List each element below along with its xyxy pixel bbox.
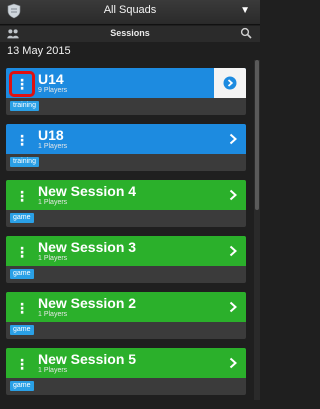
vertical-dots-icon[interactable]: ⋮ [12, 186, 32, 206]
vertical-dots-icon[interactable]: ⋮ [12, 130, 32, 150]
session-tag: training [10, 101, 39, 111]
chevron-right-icon[interactable] [226, 132, 240, 146]
chevron-right-icon[interactable] [226, 244, 240, 258]
date-heading: 13 May 2015 [7, 45, 71, 57]
vertical-dots-icon[interactable]: ⋮ [12, 354, 32, 374]
session-players: 1 Players [38, 255, 68, 262]
session-tag: game [10, 381, 34, 391]
scrollbar[interactable] [254, 60, 260, 400]
session-tag: game [10, 213, 34, 223]
sub-bar: Sessions [0, 26, 260, 42]
chevron-right-icon[interactable] [223, 76, 237, 90]
session-players: 1 Players [38, 311, 68, 318]
squad-selector[interactable]: All Squads [0, 4, 260, 16]
session-card-new-session-3[interactable]: ⋮ New Session 3 1 Players game [6, 236, 246, 283]
session-card-u18[interactable]: ⋮ U18 1 Players training [6, 124, 246, 171]
session-name: New Session 3 [38, 239, 137, 255]
chevron-right-icon[interactable] [226, 188, 240, 202]
vertical-dots-icon[interactable]: ⋮ [12, 298, 32, 318]
session-card-new-session-2[interactable]: ⋮ New Session 2 1 Players game [6, 292, 246, 339]
session-players: 1 Players [38, 367, 68, 374]
session-players: 1 Players [38, 143, 68, 150]
session-tag: game [10, 325, 34, 335]
vertical-dots-icon[interactable]: ⋮ [12, 242, 32, 262]
caret-down-icon[interactable]: ▼ [240, 5, 250, 16]
chevron-right-icon[interactable] [226, 300, 240, 314]
chevron-right-icon[interactable] [226, 356, 240, 370]
session-card-new-session-4[interactable]: ⋮ New Session 4 1 Players game [6, 180, 246, 227]
session-players: 1 Players [38, 199, 68, 206]
top-bar: All Squads ▼ [0, 0, 260, 25]
vertical-dots-icon[interactable]: ⋮ [9, 71, 35, 97]
session-name: New Session 2 [38, 295, 137, 311]
session-card-new-session-5[interactable]: ⋮ New Session 5 1 Players game [6, 348, 246, 395]
session-tag: training [10, 157, 39, 167]
session-players: 9 Players [38, 87, 68, 94]
session-card-u14[interactable]: ⋮ U14 9 Players training [6, 68, 246, 115]
session-tag: game [10, 269, 34, 279]
session-name: New Session 5 [38, 351, 137, 367]
search-icon[interactable] [240, 27, 252, 39]
scrollbar-thumb[interactable] [255, 60, 259, 210]
session-name: U14 [38, 71, 64, 87]
session-name: New Session 4 [38, 183, 137, 199]
page-title: Sessions [110, 28, 150, 38]
session-name: U18 [38, 127, 64, 143]
